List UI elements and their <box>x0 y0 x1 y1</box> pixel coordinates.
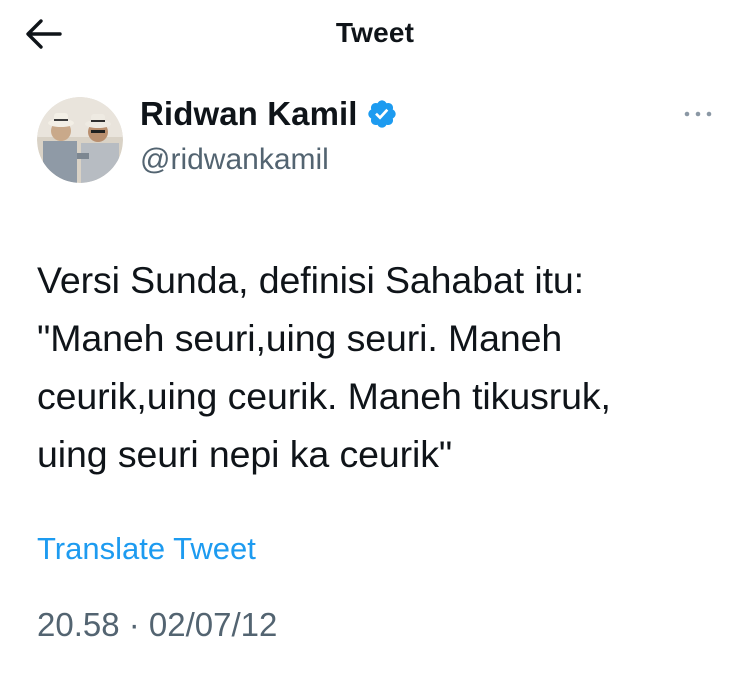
translate-tweet-link[interactable]: Translate Tweet <box>37 531 256 567</box>
verified-badge-icon <box>366 98 398 130</box>
more-horizontal-icon <box>684 111 712 117</box>
top-bar: Tweet <box>0 0 750 70</box>
page-title: Tweet <box>335 17 415 48</box>
tweet-timestamp[interactable]: 20.58 · 02/07/12 <box>37 606 277 644</box>
avatar-photo <box>37 97 123 183</box>
avatar[interactable] <box>37 97 123 183</box>
tweet-detail-screen: Tweet Ridwan Kamil @ridwankamil Versi Su… <box>0 0 750 678</box>
tweet-text: Versi Sunda, definisi Sahabat itu: "Mane… <box>37 259 611 475</box>
more-button[interactable] <box>680 100 716 128</box>
author-handle[interactable]: @ridwankamil <box>140 143 329 177</box>
author-name-link[interactable]: Ridwan Kamil <box>140 93 398 135</box>
author-name: Ridwan Kamil <box>140 95 358 132</box>
